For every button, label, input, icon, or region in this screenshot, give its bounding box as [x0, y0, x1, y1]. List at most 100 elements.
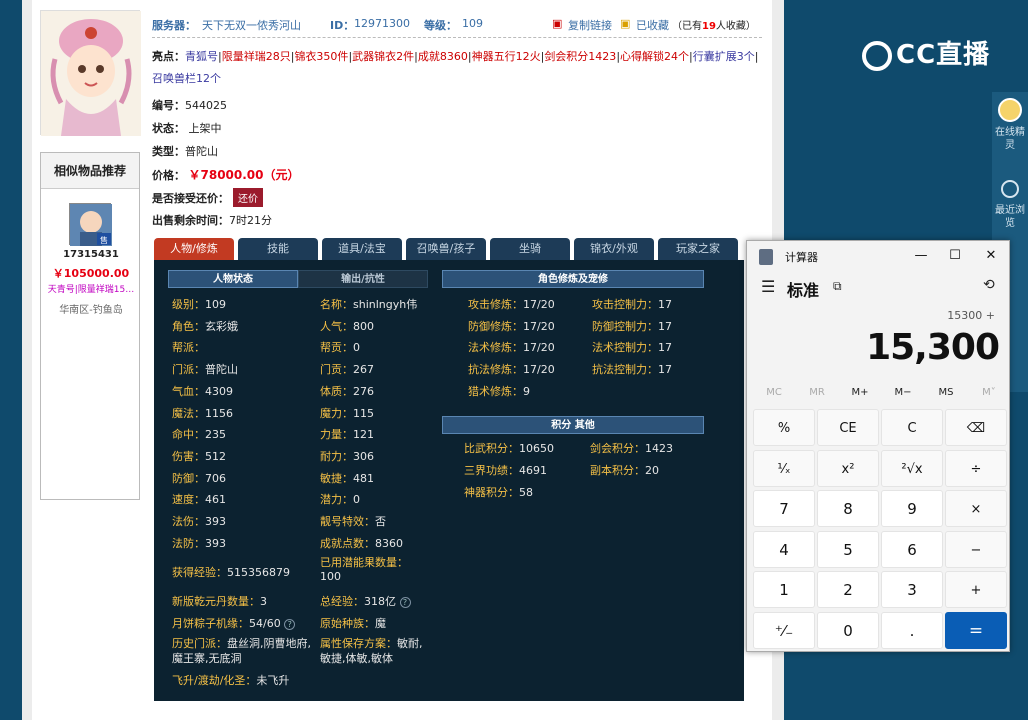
item-header: 服务器： 天下无双一侬秀河山 ID： 12971300 等级： 109 ▣ 复制… [152, 10, 762, 38]
points-row: 剑会积分：1423 [590, 442, 673, 455]
highlights-label: 亮点： [152, 50, 185, 63]
key-button[interactable]: = [945, 611, 1007, 649]
cc-live-logo: CC直播 [862, 34, 990, 71]
favorite-count: （已有19人收藏） [672, 21, 756, 32]
character-stats-panel: 人物状态 输出/抗性 角色修炼及宠修 获得经验：515356879 已用潜能果数… [154, 260, 744, 701]
help-icon[interactable]: ? [399, 596, 411, 608]
key-button[interactable]: C [881, 409, 943, 446]
control-row: 抗法控制力：17 [592, 363, 672, 377]
memory-button[interactable]: MC [753, 387, 795, 398]
calculator-display: 15,300 [866, 327, 1000, 368]
item-status-row: 状态： 上架中 [152, 122, 222, 135]
favorited-button[interactable]: 已收藏 [636, 17, 669, 33]
history-icon[interactable]: ⟲ [983, 277, 995, 293]
minimize-button[interactable]: — [903, 245, 939, 267]
basic-stat-row: 级别：109 [172, 298, 226, 311]
copy-link-button[interactable]: 复制链接 [568, 17, 612, 33]
basic-stat-row: 法防：393 [172, 536, 226, 550]
attribute-stat-row: 成就点数：8360 [320, 536, 403, 550]
attribute-stat-row: 靓号特效：否 [320, 515, 386, 528]
memory-button[interactable]: M+ [839, 387, 881, 398]
key-button[interactable]: 3 [881, 571, 943, 608]
similar-item-description[interactable]: 天青号|限量祥瑞15… [41, 282, 141, 295]
key-button[interactable]: ⌫ [945, 409, 1007, 446]
key-button[interactable]: 1 [753, 571, 815, 608]
key-button[interactable]: ¹⁄ₓ [753, 449, 815, 487]
basic-stat-row: 伤害：512 [172, 449, 226, 463]
key-button[interactable]: ⁺⁄₋ [753, 611, 815, 649]
basic-stat-row: 魔法：1156 [172, 406, 233, 420]
points-row: 神器积分：58 [464, 486, 533, 499]
character-avatar [40, 10, 141, 136]
highlight-item: 神器五行12火 [471, 50, 541, 63]
tab-items[interactable]: 道具/法宝 [322, 238, 402, 260]
cultivation-row: 防御修炼：17/20 [468, 319, 555, 333]
key-button[interactable]: CE [817, 409, 879, 446]
tab-home[interactable]: 玩家之家 [658, 238, 738, 260]
similar-items-panel: 相似物品推荐 售 17315431 ￥105000.00 天青号|限量祥瑞15…… [40, 152, 140, 500]
tab-character[interactable]: 人物/修炼 [154, 238, 234, 260]
memory-button[interactable]: MR [796, 387, 838, 398]
key-button[interactable]: 0 [817, 611, 879, 649]
attribute-stat-row: 帮贡：0 [320, 341, 360, 355]
id-label: ID： [330, 19, 355, 32]
key-button[interactable]: − [945, 530, 1007, 568]
key-button[interactable]: 6 [881, 530, 943, 568]
highlight-item: 心得解锁24个 [620, 50, 690, 63]
key-button[interactable]: 4 [753, 530, 815, 568]
menu-icon[interactable]: ☰ [761, 277, 775, 296]
memory-button[interactable]: M− [882, 387, 924, 398]
highlight-item: 限量祥瑞28只 [221, 50, 291, 63]
similar-item-area: 华南区-钓鱼岛 [59, 305, 123, 316]
key-button[interactable]: 5 [817, 530, 879, 568]
key-button[interactable]: % [753, 409, 815, 446]
online-sprite-icon[interactable]: 在线精灵 [992, 98, 1028, 152]
id-value: 12971300 [354, 17, 410, 30]
item-detail-page: 相似物品推荐 售 17315431 ￥105000.00 天青号|限量祥瑞15…… [22, 0, 784, 720]
highlight-item: 成就8360 [417, 50, 468, 63]
history-row: 历史门派：盘丝洞,阴曹地府,魔王寨,无底洞 [172, 637, 311, 665]
key-button[interactable]: × [945, 490, 1007, 527]
calculator-icon [759, 249, 773, 265]
tab-outfits[interactable]: 锦衣/外观 [574, 238, 654, 260]
close-button[interactable]: ✕ [973, 245, 1009, 267]
key-button[interactable]: 8 [817, 490, 879, 527]
basic-stat-row: 气血：4309 [172, 384, 233, 398]
key-button[interactable]: + [945, 571, 1007, 608]
tab-pets[interactable]: 召唤兽/孩子 [406, 238, 486, 260]
tab-mounts[interactable]: 坐骑 [490, 238, 570, 260]
memory-button[interactable]: M˅ [968, 387, 1010, 398]
bargain-button[interactable]: 还价 [233, 188, 263, 207]
key-button[interactable]: 9 [881, 490, 943, 527]
similar-item-price: ￥105000.00 [52, 267, 130, 280]
key-button[interactable]: 2 [817, 571, 879, 608]
similar-items-title: 相似物品推荐 [41, 153, 139, 189]
keep-on-top-icon[interactable]: ⧉ [833, 279, 842, 294]
key-button[interactable]: x² [817, 449, 879, 487]
similar-item-thumbnail[interactable]: 售 [69, 203, 112, 246]
key-button[interactable]: . [881, 611, 943, 649]
section-char-state[interactable]: 人物状态 [168, 270, 298, 288]
points-row: 比武积分：10650 [464, 442, 554, 455]
server-value: 天下无双一侬秀河山 [202, 19, 301, 32]
price-value: ￥78000.00（元） [188, 168, 300, 182]
tab-skills[interactable]: 技能 [238, 238, 318, 260]
basic-stat-row: 命中：235 [172, 428, 226, 442]
cultivation-row: 法术修炼：17/20 [468, 341, 555, 355]
recent-browse-icon[interactable]: 最近浏览 [992, 180, 1028, 230]
highlight-item: 青狐号 [185, 50, 218, 63]
key-button[interactable]: ÷ [945, 449, 1007, 487]
basic-stat-row: 防御：706 [172, 471, 226, 485]
control-row: 法术控制力：17 [592, 341, 672, 355]
maximize-button[interactable]: ☐ [937, 245, 973, 267]
basic-stat-row: 角色：玄彩娥 [172, 319, 238, 333]
memory-button[interactable]: MS [925, 387, 967, 398]
section-output[interactable]: 输出/抗性 [298, 270, 428, 288]
total-exp-row: 总经验：318亿 ? [320, 593, 411, 609]
level-label: 等级： [424, 19, 457, 32]
item-number-row: 编号：544025 [152, 99, 227, 112]
key-button[interactable]: ²√x [881, 449, 943, 487]
help-icon[interactable]: ? [284, 618, 296, 630]
item-type-row: 类型：普陀山 [152, 145, 218, 158]
key-button[interactable]: 7 [753, 490, 815, 527]
